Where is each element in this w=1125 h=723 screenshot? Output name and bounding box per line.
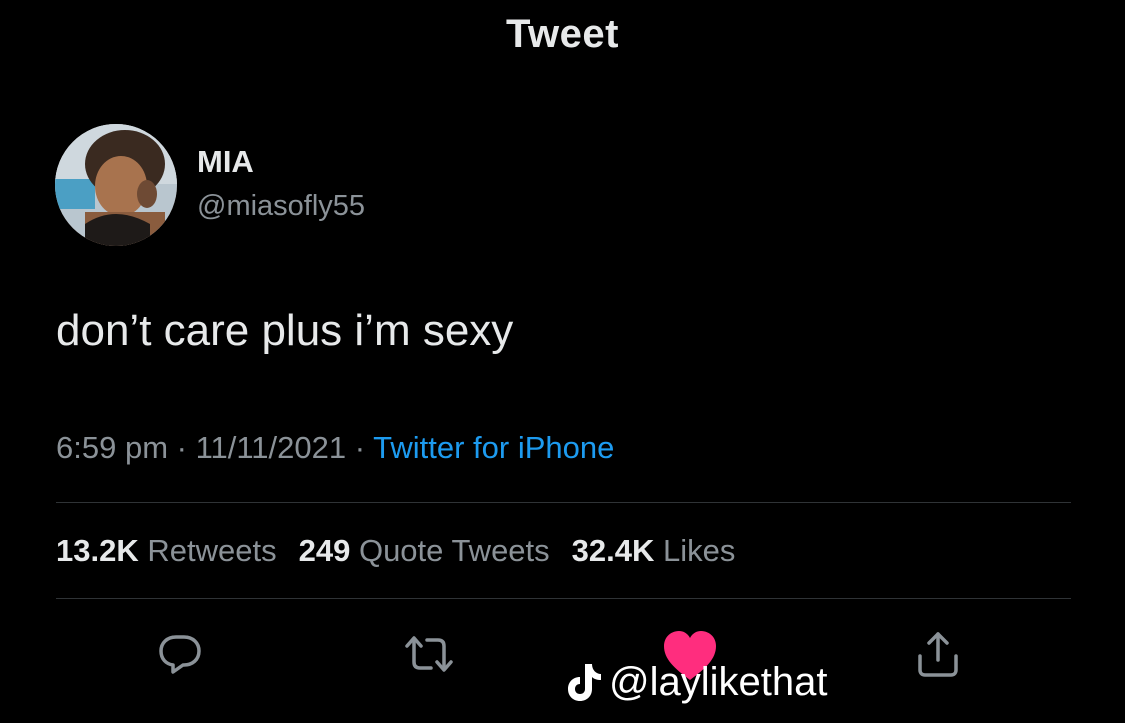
retweets-stat[interactable]: 13.2K Retweets <box>56 533 277 568</box>
retweets-label: Retweets <box>147 533 277 568</box>
tweet-stats: 13.2K Retweets 249 Quote Tweets 32.4K Like… <box>56 533 735 569</box>
meta-separator: · <box>168 430 196 465</box>
avatar-photo <box>55 124 177 246</box>
page-title: Tweet <box>506 12 619 56</box>
tweet-meta: 6:59 pm · 11/11/2021 · Twitter for iPhon… <box>56 430 614 466</box>
quote-tweets-label: Quote Tweets <box>358 533 550 568</box>
divider <box>56 598 1071 599</box>
author-handle[interactable]: @miasofly55 <box>197 190 365 223</box>
quote-tweets-count: 249 <box>298 533 351 568</box>
avatar[interactable] <box>55 124 177 246</box>
speech-bubble-icon <box>159 635 201 674</box>
retweet-arrows-icon <box>405 636 453 672</box>
share-upload-icon <box>918 632 958 677</box>
likes-stat[interactable]: 32.4K Likes <box>572 533 736 568</box>
likes-count: 32.4K <box>571 533 655 568</box>
tiktok-note-icon <box>568 664 601 701</box>
retweets-count: 13.2K <box>56 533 139 568</box>
quote-tweets-stat[interactable]: 249 Quote Tweets <box>299 533 550 568</box>
tweet-source-link[interactable]: Twitter for iPhone <box>373 430 614 465</box>
likes-label: Likes <box>663 533 736 568</box>
tiktok-watermark: @laylikethat <box>565 655 827 709</box>
meta-separator: · <box>346 430 374 465</box>
divider <box>56 502 1071 503</box>
share-button[interactable] <box>912 628 964 680</box>
retweet-button[interactable] <box>403 628 455 680</box>
tweet-time: 6:59 pm <box>56 430 169 465</box>
watermark-handle: @laylikethat <box>609 659 828 704</box>
tweet-text: don’t care plus i’m sexy <box>56 306 514 355</box>
author-display-name[interactable]: MIA <box>197 144 254 180</box>
tweet-date: 11/11/2021 <box>195 430 347 465</box>
reply-button[interactable] <box>154 628 206 680</box>
